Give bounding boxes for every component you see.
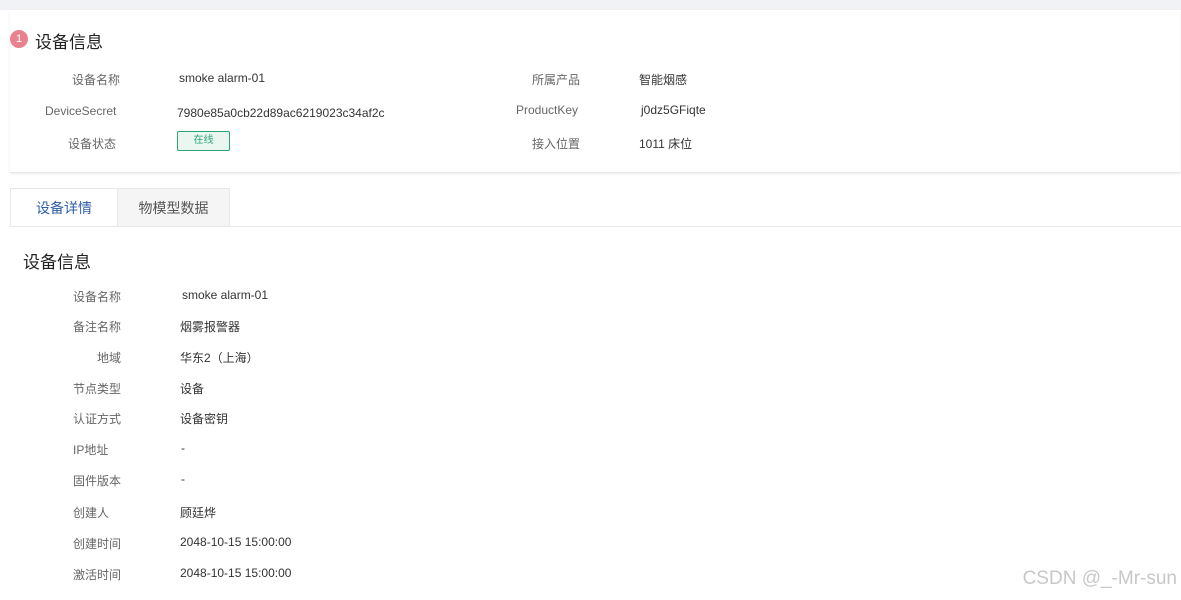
details-section-title: 设备信息 — [23, 253, 91, 272]
detail-label-auth-method: 认证方式 — [73, 412, 122, 426]
detail-label-activated-time: 激活时间 — [73, 568, 122, 582]
device-name-label: 设备名称 — [72, 73, 121, 87]
detail-value-node-type: 设备 — [180, 382, 205, 396]
access-location-label: 接入位置 — [532, 137, 581, 151]
device-secret-label: DeviceSecret — [45, 104, 117, 118]
detail-label-remark-name: 备注名称 — [73, 320, 122, 334]
detail-label-device-name: 设备名称 — [73, 290, 122, 304]
detail-label-creator: 创建人 — [73, 506, 110, 520]
detail-label-region: 地域 — [97, 351, 122, 365]
detail-label-node-type: 节点类型 — [73, 382, 122, 396]
product-label: 所属产品 — [532, 73, 581, 87]
tab-thing-model-data[interactable]: 物模型数据 — [117, 188, 230, 226]
device-secret-value: 7980e85a0cb22d89ac6219023c34af2c — [177, 106, 385, 120]
detail-value-region: 华东2（上海） — [180, 351, 259, 365]
access-location-value: 1011 床位 — [639, 137, 693, 151]
step-number-badge: 1 — [10, 30, 28, 48]
section-title: 设备信息 — [35, 33, 103, 52]
detail-value-remark-name: 烟雾报警器 — [180, 320, 241, 334]
detail-value-firmware-version: - — [181, 472, 185, 486]
detail-value-ip-address: - — [181, 441, 185, 455]
detail-value-activated-time: 2048-10-15 15:00:00 — [180, 566, 292, 580]
tab-device-details[interactable]: 设备详情 — [10, 188, 117, 226]
detail-label-firmware-version: 固件版本 — [73, 474, 122, 488]
detail-value-auth-method: 设备密钥 — [180, 412, 229, 426]
top-band — [0, 0, 1181, 10]
status-badge: 在线 — [177, 131, 230, 151]
detail-value-device-name: smoke alarm-01 — [182, 288, 269, 302]
product-key-label: ProductKey — [516, 103, 579, 117]
detail-label-ip-address: IP地址 — [73, 443, 109, 457]
product-key-value: j0dz5GFiqte — [641, 103, 706, 117]
detail-value-creator: 顾廷烨 — [180, 506, 217, 520]
detail-label-created-time: 创建时间 — [73, 537, 122, 551]
device-status-label: 设备状态 — [68, 137, 117, 151]
watermark: CSDN @_-Mr-sun — [1022, 568, 1177, 589]
detail-value-created-time: 2048-10-15 15:00:00 — [180, 535, 292, 549]
device-name-value: smoke alarm-01 — [179, 71, 266, 85]
product-value: 智能烟感 — [639, 73, 688, 87]
